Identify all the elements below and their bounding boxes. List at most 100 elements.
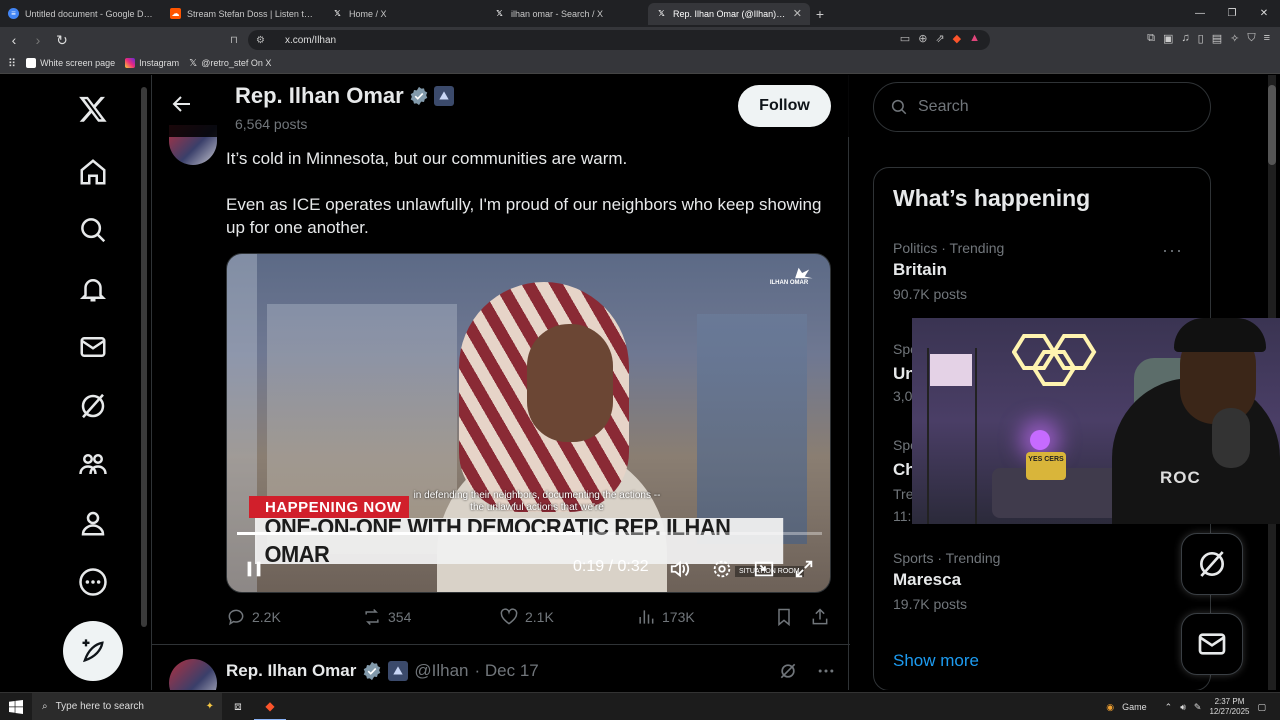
omnibox[interactable]: ⊓ ⚙ x.com/Ilhan ▭ ⊕ ⇗ ◆ ▲ xyxy=(230,30,990,50)
notifications-icon[interactable]: ▢ xyxy=(1257,702,1266,713)
profile-header: Rep. Ilhan Omar 6,564 posts Follow xyxy=(152,75,850,137)
tab-soundcloud[interactable]: ☁ Stream Stefan Doss | Listen to Decen xyxy=(162,3,324,25)
trend-item[interactable]: Sports · Trending Maresca 19.7K posts xyxy=(893,550,1193,612)
trend-name: Britain xyxy=(893,260,947,279)
screenshot-icon[interactable]: ▣ xyxy=(1163,32,1173,45)
apps-grid-icon[interactable]: ⠿ xyxy=(8,57,16,70)
share-icon[interactable]: ⇗ xyxy=(935,32,944,45)
minimize-button[interactable]: — xyxy=(1184,8,1216,19)
author-name[interactable]: Rep. Ilhan Omar xyxy=(226,661,356,681)
taskbar-search-input[interactable]: ⌕ Type here to search ✦ xyxy=(32,692,222,720)
reply-button[interactable]: 2.2K xyxy=(226,607,281,627)
profile-icon[interactable] xyxy=(75,505,111,541)
search-icon[interactable] xyxy=(75,212,111,248)
heart-icon xyxy=(500,608,518,625)
grok-icon[interactable] xyxy=(75,388,111,424)
tweet-line: Even as ICE operates unlawfully, I'm pro… xyxy=(226,195,822,237)
brave-rewards-icon[interactable]: ▲ xyxy=(969,32,980,45)
more-options-icon[interactable]: ··· xyxy=(1162,240,1183,261)
search-input[interactable]: Search xyxy=(873,82,1211,132)
like-button[interactable]: 2.1K xyxy=(499,607,554,627)
government-badge-icon xyxy=(388,661,409,681)
repost-button[interactable]: 354 xyxy=(362,607,411,627)
back-button[interactable]: ‹ xyxy=(4,30,24,50)
picture-in-picture-icon[interactable] xyxy=(753,558,775,580)
grok-icon[interactable] xyxy=(778,661,798,681)
left-navigation xyxy=(0,75,150,690)
video-caption: in defending their neighbors, documentin… xyxy=(413,490,661,513)
chevron-up-icon[interactable]: ⌃ xyxy=(1165,702,1173,713)
game-icon[interactable]: ◉ xyxy=(1106,702,1114,713)
more-options-icon[interactable] xyxy=(816,661,836,681)
clock[interactable]: 2:37 PM 12/27/2025 xyxy=(1209,697,1249,717)
home-icon[interactable] xyxy=(75,154,111,190)
settings-gear-icon[interactable] xyxy=(711,558,733,580)
video-progress-bar[interactable] xyxy=(237,532,822,535)
site-info-icon[interactable]: ⚙ xyxy=(256,35,265,46)
zoom-icon[interactable]: ⊕ xyxy=(918,32,927,45)
tweet-date[interactable]: · Dec 17 xyxy=(475,661,539,681)
tab-x-profile[interactable]: 𝕏 Rep. Ilhan Omar (@Ilhan) / X ✕ xyxy=(648,2,810,25)
trend-item[interactable]: Politics · Trending Britain 90.7K posts … xyxy=(893,240,1193,302)
cast-icon[interactable]: ▭ xyxy=(900,32,910,45)
x-icon: 𝕏 xyxy=(189,57,198,69)
bookmark-item[interactable]: Instagram xyxy=(125,58,179,68)
back-arrow-icon[interactable] xyxy=(170,92,194,116)
show-more-link[interactable]: Show more xyxy=(893,651,979,671)
compose-post-button[interactable] xyxy=(63,621,123,681)
page-scrollbar[interactable] xyxy=(141,87,147,627)
author-handle[interactable]: @Ilhan xyxy=(414,661,468,681)
webcam-person-cap xyxy=(1174,318,1266,352)
video-player[interactable]: ILHAN OMAR in defending their neighbors,… xyxy=(226,253,831,593)
views-button[interactable]: 173K xyxy=(636,607,695,627)
task-view-icon[interactable]: ⧈ xyxy=(222,693,254,720)
close-window-button[interactable]: ✕ xyxy=(1248,8,1280,19)
messages-float-button[interactable] xyxy=(1181,613,1243,675)
start-button[interactable] xyxy=(0,693,32,720)
more-circle-icon[interactable] xyxy=(75,564,111,600)
grok-float-button[interactable] xyxy=(1181,533,1243,595)
reload-button[interactable]: ↻ xyxy=(52,30,72,50)
bookmark-button[interactable] xyxy=(774,607,794,627)
bookmark-icon[interactable]: ⊓ xyxy=(230,35,238,46)
pause-icon[interactable] xyxy=(243,558,265,580)
extensions-icon[interactable]: ⧉ xyxy=(1147,32,1155,45)
trend-count: 90.7K posts xyxy=(893,286,967,302)
bookmark-item[interactable]: 𝕏 @retro_stef On X xyxy=(189,58,271,69)
forward-button[interactable]: › xyxy=(28,30,48,50)
restore-button[interactable]: ❐ xyxy=(1216,8,1248,19)
notifications-bell-icon[interactable] xyxy=(75,271,111,307)
game-label[interactable]: Game xyxy=(1122,702,1147,712)
share-button[interactable] xyxy=(810,607,830,627)
vpn-icon[interactable]: ⛉ xyxy=(1247,32,1255,45)
brave-browser-icon[interactable]: ◆ xyxy=(254,693,286,720)
menu-icon[interactable]: ≡ xyxy=(1264,32,1270,45)
tab-x-search[interactable]: 𝕏 ilhan omar - Search / X xyxy=(486,3,648,25)
wallet-icon[interactable]: ▤ xyxy=(1212,32,1222,45)
follow-button[interactable]: Follow xyxy=(738,85,831,127)
messages-envelope-icon[interactable] xyxy=(75,329,111,365)
new-tab-button[interactable]: + xyxy=(810,6,830,22)
close-icon[interactable]: ✕ xyxy=(793,7,802,20)
sidebar-icon[interactable]: ▯ xyxy=(1198,32,1204,45)
leo-icon[interactable]: ✧ xyxy=(1230,32,1239,45)
communities-icon[interactable] xyxy=(75,446,111,482)
pen-icon[interactable]: ✎ xyxy=(1194,702,1202,713)
fullscreen-icon[interactable] xyxy=(793,558,815,580)
bookmark-icon xyxy=(778,608,790,627)
media-icon[interactable]: ♫ xyxy=(1181,32,1189,45)
trend-name: Maresca xyxy=(893,570,962,589)
url-text[interactable]: x.com/Ilhan xyxy=(285,35,336,46)
tweet-header-actions xyxy=(778,661,836,681)
right-scrollbar-thumb[interactable] xyxy=(1268,85,1276,165)
x-logo-icon[interactable] xyxy=(75,91,111,127)
avatar[interactable] xyxy=(169,659,217,690)
volume-icon[interactable] xyxy=(669,558,691,580)
brave-shield-icon[interactable]: ◆ xyxy=(953,32,961,45)
volume-icon[interactable]: 🔊︎ xyxy=(1180,702,1186,713)
bookmark-item[interactable]: White screen page xyxy=(26,58,115,68)
tab-x-home[interactable]: 𝕏 Home / X xyxy=(324,3,486,25)
webcam-poster xyxy=(930,354,972,386)
panel-title: What’s happening xyxy=(893,185,1091,211)
tab-google-docs[interactable]: ≡ Untitled document - Google Docs xyxy=(0,3,162,25)
